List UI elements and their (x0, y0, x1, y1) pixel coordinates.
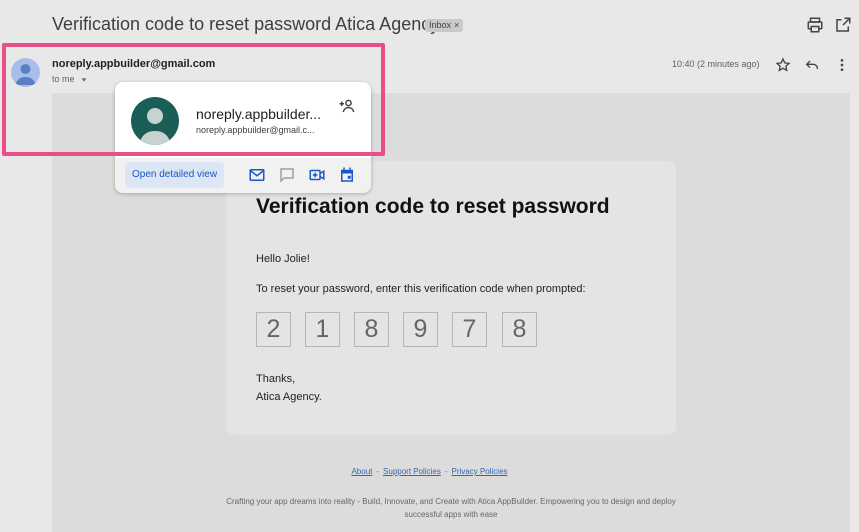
support-policies-link[interactable]: Support Policies (383, 467, 441, 476)
email-body-title: Verification code to reset password (256, 195, 610, 218)
remove-label-icon[interactable]: × (454, 20, 459, 30)
received-time: 10:40 (2 minutes ago) (672, 59, 760, 69)
privacy-policies-link[interactable]: Privacy Policies (452, 467, 508, 476)
highlight-box (2, 43, 385, 156)
print-icon[interactable] (806, 16, 824, 34)
email-subject: Verification code to reset password Atic… (52, 14, 440, 34)
footer-separator: - (444, 467, 448, 476)
about-link[interactable]: About (351, 467, 372, 476)
code-digit: 1 (305, 312, 340, 347)
mail-icon[interactable] (248, 166, 266, 184)
star-icon[interactable] (775, 57, 791, 73)
calendar-icon[interactable] (338, 166, 356, 184)
reply-icon[interactable] (804, 57, 820, 73)
contact-actions-bar: Open detailed view (115, 158, 371, 193)
footer-links: About - Support Policies - Privacy Policies (0, 467, 859, 476)
footer-tagline: Crafting your app dreams into reality - … (226, 497, 676, 519)
open-detailed-view-button[interactable]: Open detailed view (125, 162, 225, 188)
code-digit: 2 (256, 312, 291, 347)
more-vert-icon[interactable] (834, 57, 850, 73)
thanks-text: Thanks, (256, 373, 296, 385)
inbox-label-chip[interactable]: Inbox × (425, 19, 464, 32)
code-digit: 9 (403, 312, 438, 347)
chat-icon[interactable] (278, 166, 296, 184)
instruction-text: To reset your password, enter this verif… (256, 283, 586, 295)
greeting-text: Hello Jolie! (256, 253, 310, 265)
open-in-new-window-icon[interactable] (834, 16, 852, 34)
code-digit: 8 (502, 312, 537, 347)
code-digit: 7 (452, 312, 487, 347)
code-digit: 8 (354, 312, 389, 347)
video-call-icon[interactable] (308, 166, 326, 184)
inbox-label: Inbox (429, 20, 452, 30)
footer-separator: - (376, 467, 380, 476)
signoff-text: Atica Agency. (256, 391, 322, 403)
